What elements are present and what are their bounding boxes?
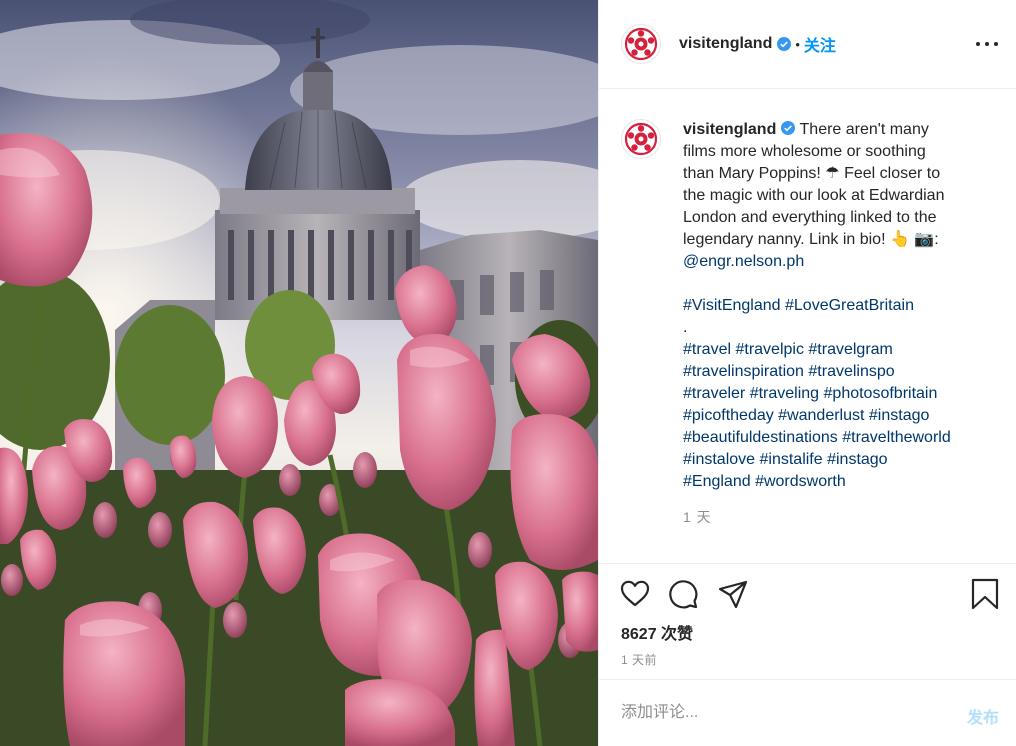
caption-line: #picoftheday #wanderlust #instago — [683, 405, 988, 427]
header-username[interactable]: visitengland — [679, 35, 772, 53]
caption-line: films more wholesome or soothing — [683, 143, 926, 160]
caption-gap — [683, 273, 988, 295]
comment-box: 发布 — [599, 679, 1016, 746]
more-dot — [976, 42, 980, 46]
caption-avatar[interactable] — [621, 119, 661, 159]
paper-plane-icon[interactable] — [717, 578, 749, 610]
caption-line: #VisitEngland #LoveGreatBritain — [683, 295, 988, 317]
caption-line: #England #wordsworth — [683, 471, 988, 493]
post-timestamp[interactable]: 1 天前 — [621, 651, 657, 668]
instagram-post: visitengland • 关注 visitengland There are… — [0, 0, 1016, 746]
hashtag-link[interactable]: #travelinspiration #travelinspo — [683, 363, 895, 380]
caption-timestamp[interactable]: 1 天 — [683, 507, 712, 527]
caption-line: . — [683, 319, 688, 336]
post-header: visitengland • 关注 — [599, 0, 1016, 89]
hashtag-link[interactable]: #travel #travelpic #travelgram — [683, 341, 893, 358]
rose-logo-icon — [624, 27, 658, 61]
hashtag-link[interactable]: #VisitEngland #LoveGreatBritain — [683, 297, 914, 314]
action-bar: 8627 次赞 1 天前 — [599, 563, 1016, 679]
caption-line: legendary nanny. Link in bio! 👆 📷: — [683, 231, 939, 248]
hashtag-link[interactable]: #traveler #traveling #photosofbritain — [683, 385, 937, 402]
caption-line: #beautifuldestinations #traveltheworld — [683, 427, 988, 449]
caption: visitengland There aren't many films mor… — [683, 119, 988, 493]
caption-line: visitengland There aren't many — [683, 119, 988, 141]
caption-area: visitengland There aren't many films mor… — [599, 89, 1016, 563]
post-details-panel: visitengland • 关注 visitengland There are… — [598, 0, 1016, 746]
header-separator: • — [795, 36, 800, 52]
verified-badge-icon — [781, 121, 796, 135]
caption-text: There aren't many — [799, 121, 929, 138]
hashtag-link[interactable]: #picoftheday #wanderlust #instago — [683, 407, 929, 424]
caption-username[interactable]: visitengland — [683, 121, 776, 138]
hashtag-link[interactable]: #England #wordsworth — [683, 473, 846, 490]
bookmark-icon[interactable] — [969, 578, 1001, 610]
caption-line: #travel #travelpic #travelgram — [683, 339, 988, 361]
avatar[interactable] — [621, 24, 661, 64]
comment-icon[interactable] — [667, 578, 699, 610]
comment-input[interactable] — [621, 700, 921, 726]
caption-line: London and everything linked to the — [683, 209, 937, 226]
caption-line: than Mary Poppins! ☂ Feel closer to — [683, 165, 941, 182]
publish-button[interactable]: 发布 — [967, 704, 999, 728]
likes-count[interactable]: 8627 次赞 — [621, 620, 693, 644]
follow-button[interactable]: 关注 — [804, 32, 836, 56]
tulips-cathedral-photo — [0, 0, 598, 746]
post-photo[interactable] — [0, 0, 598, 746]
more-dot — [985, 42, 989, 46]
rose-logo-icon — [624, 122, 658, 156]
caption-line: the magic with our look at Edwardian — [683, 187, 945, 204]
caption-line: #travelinspiration #travelinspo — [683, 361, 988, 383]
caption-line: @engr.nelson.ph — [683, 251, 988, 273]
more-dot — [994, 42, 998, 46]
caption-line: #traveler #traveling #photosofbritain — [683, 383, 988, 405]
verified-badge-icon — [777, 37, 792, 51]
mention-link[interactable]: @engr.nelson.ph — [683, 253, 804, 270]
hashtag-link[interactable]: #instalove #instalife #instago — [683, 451, 888, 468]
more-options-icon[interactable] — [976, 34, 998, 54]
heart-icon[interactable] — [619, 578, 651, 610]
caption-line: #instalove #instalife #instago — [683, 449, 988, 471]
hashtag-link[interactable]: #beautifuldestinations #traveltheworld — [683, 429, 951, 446]
